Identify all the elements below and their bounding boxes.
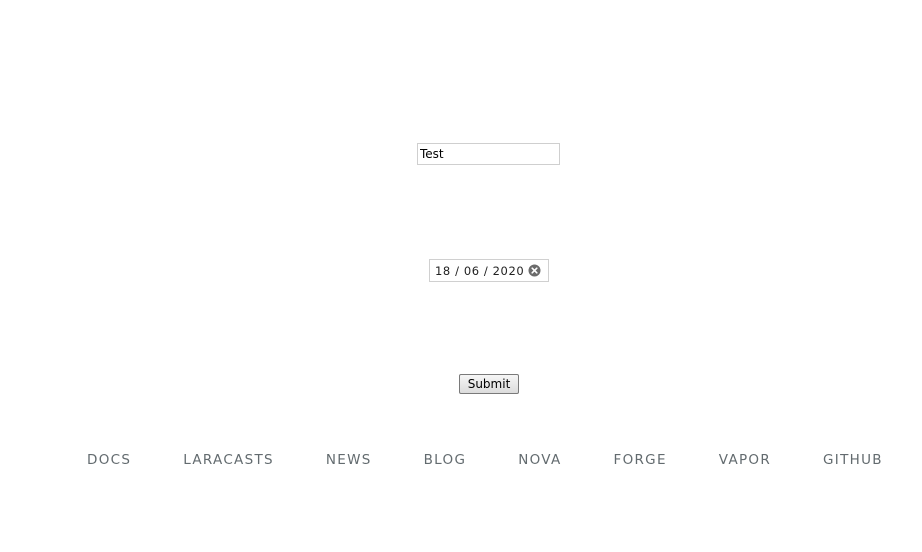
link-github[interactable]: GITHUB xyxy=(796,452,908,468)
link-blog[interactable]: BLOG xyxy=(397,452,492,468)
link-laracasts[interactable]: LARACASTS xyxy=(156,452,299,468)
footer-links: DOCS LARACASTS NEWS BLOG NOVA FORGE VAPO… xyxy=(60,452,908,468)
clear-date-icon[interactable] xyxy=(528,264,541,277)
link-news[interactable]: NEWS xyxy=(299,452,397,468)
date-field[interactable]: 18 / 06 / 2020 xyxy=(429,259,549,282)
link-nova[interactable]: NOVA xyxy=(491,452,586,468)
submit-button[interactable]: Submit xyxy=(459,374,519,394)
link-docs[interactable]: DOCS xyxy=(60,452,156,468)
text-input[interactable] xyxy=(417,143,560,165)
date-value[interactable]: 18 / 06 / 2020 xyxy=(435,264,524,278)
link-forge[interactable]: FORGE xyxy=(587,452,692,468)
link-vapor[interactable]: VAPOR xyxy=(692,452,796,468)
